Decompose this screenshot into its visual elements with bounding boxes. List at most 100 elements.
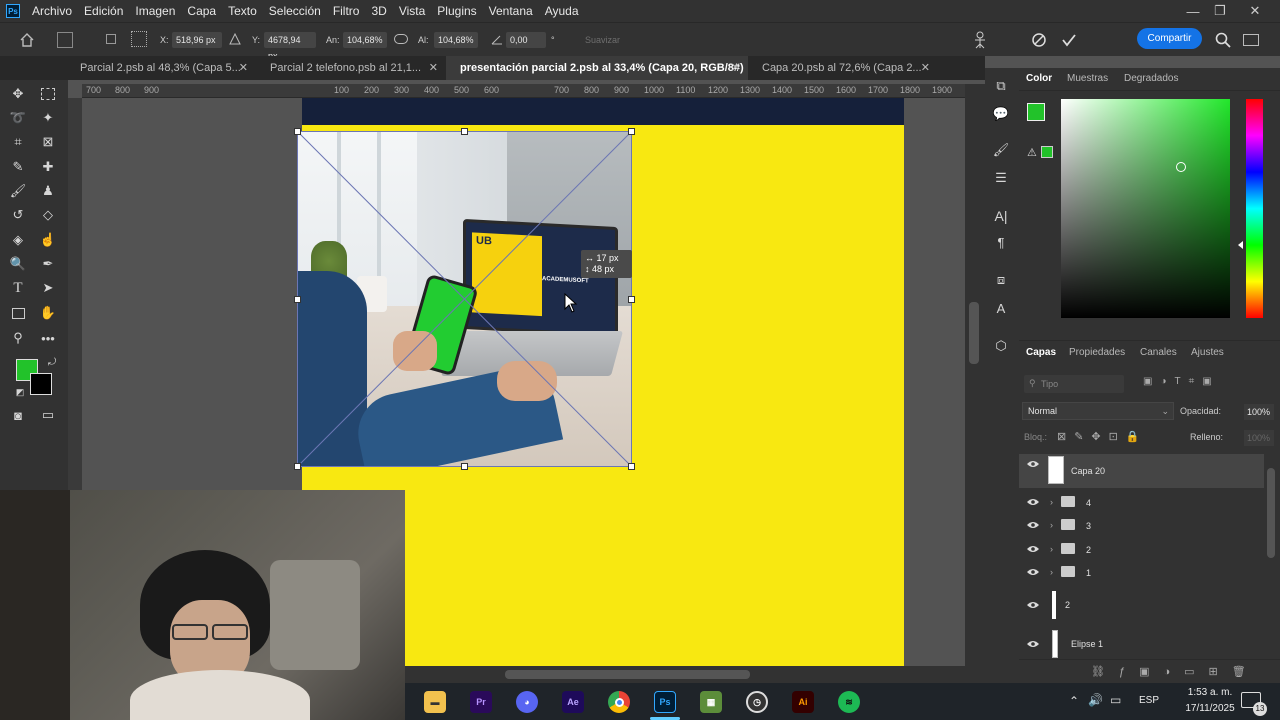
- transform-handle-bl[interactable]: [294, 463, 301, 470]
- eye-icon[interactable]: [1027, 521, 1039, 529]
- magic-wand-icon[interactable]: ✦: [38, 108, 58, 128]
- character-panel-icon[interactable]: A|: [991, 206, 1011, 226]
- brush-tool-icon[interactable]: 🖌: [8, 181, 28, 201]
- chevron-right-icon[interactable]: ›: [1050, 544, 1053, 554]
- reference-point-grid-icon[interactable]: [131, 31, 147, 47]
- eye-icon[interactable]: [1027, 498, 1039, 506]
- layer-row-2[interactable]: 2: [1019, 589, 1264, 621]
- blend-mode-select[interactable]: Normal ⌄: [1022, 402, 1174, 420]
- close-icon[interactable]: ✕: [239, 56, 248, 80]
- restore-button[interactable]: ❐: [1205, 0, 1235, 22]
- clock-date[interactable]: 17/11/2025: [1170, 703, 1250, 714]
- layer-row-capa-20[interactable]: Capa 20: [1019, 454, 1264, 488]
- default-colors-icon[interactable]: ◩: [10, 382, 30, 402]
- layers-scroll-thumb[interactable]: [1267, 468, 1275, 558]
- menu-ayuda[interactable]: Ayuda: [539, 0, 585, 22]
- opacity-input[interactable]: 100%: [1244, 404, 1274, 420]
- adjustments-icon[interactable]: ☰: [991, 168, 1011, 188]
- tab-ajustes[interactable]: Ajustes: [1191, 347, 1224, 358]
- zoom-tool-icon[interactable]: ⚲: [8, 328, 28, 348]
- link-aspect-ratio-icon[interactable]: [394, 34, 408, 44]
- layer-row-group-4[interactable]: › 4: [1019, 492, 1264, 515]
- clock-time[interactable]: 1:53 a. m.: [1175, 687, 1245, 698]
- transform-handle-tr[interactable]: [628, 128, 635, 135]
- home-icon[interactable]: [19, 33, 35, 47]
- menu-plugins[interactable]: Plugins: [431, 0, 482, 22]
- file-explorer-icon[interactable]: ▬: [424, 691, 446, 713]
- eye-icon[interactable]: [1027, 601, 1039, 609]
- commit-transform-icon[interactable]: [1061, 32, 1077, 51]
- menu-3d[interactable]: 3D: [365, 0, 392, 22]
- move-tool-icon[interactable]: ✥: [8, 84, 28, 104]
- layer-actions-bar[interactable]: ⛓ƒ▣◑▭⊞🗑: [1019, 659, 1280, 683]
- x-input[interactable]: 518,96 px: [172, 32, 222, 48]
- placed-photo-layer[interactable]: UB ACADEMUSOFT: [297, 131, 632, 467]
- crop-tool-icon[interactable]: ⌗: [8, 132, 28, 152]
- layer-row-group-3[interactable]: › 3: [1019, 515, 1264, 538]
- tab-capas[interactable]: Capas: [1026, 347, 1056, 358]
- close-icon[interactable]: ✕: [921, 56, 930, 80]
- menu-texto[interactable]: Texto: [222, 0, 263, 22]
- tab-parcial-2-telefono[interactable]: Parcial 2 telefono.psb al 21,1... ✕: [256, 56, 446, 80]
- width-input[interactable]: 104,68%: [343, 32, 387, 48]
- tab-canales[interactable]: Canales: [1140, 347, 1177, 358]
- gamut-swatch[interactable]: [1041, 146, 1053, 158]
- history-panel-icon[interactable]: ⧉: [991, 76, 1011, 96]
- layer-row-group-2[interactable]: › 2: [1019, 539, 1264, 562]
- path-selection-icon[interactable]: ➤: [38, 278, 58, 298]
- search-icon[interactable]: [1215, 32, 1231, 51]
- tab-muestras[interactable]: Muestras: [1067, 73, 1108, 84]
- premiere-icon[interactable]: Pr: [470, 691, 492, 713]
- close-icon[interactable]: ✕: [429, 56, 438, 80]
- close-icon[interactable]: ✕: [731, 56, 740, 80]
- pen-tool-icon[interactable]: ✒: [38, 254, 58, 274]
- eraser-tool-icon[interactable]: ◇: [38, 205, 58, 225]
- stamp-tool-icon[interactable]: ♟: [38, 181, 58, 201]
- clone-source-icon[interactable]: ⧈: [991, 270, 1011, 290]
- fill-input[interactable]: 100%: [1244, 430, 1274, 446]
- comments-panel-icon[interactable]: 💬: [991, 104, 1011, 124]
- eye-icon[interactable]: [1027, 568, 1039, 576]
- cancel-transform-icon[interactable]: [1031, 32, 1047, 51]
- tab-parcial-2[interactable]: Parcial 2.psb al 48,3% (Capa 5... ✕: [66, 56, 256, 80]
- quick-mask-icon[interactable]: ◙: [8, 405, 28, 425]
- paragraph-panel-icon[interactable]: ¶: [991, 232, 1011, 252]
- delta-icon[interactable]: [229, 32, 241, 48]
- clock-app-icon[interactable]: ◷: [746, 691, 768, 713]
- paint-bucket-icon[interactable]: ◈: [8, 230, 28, 250]
- screen-mode-icon[interactable]: ▭: [38, 405, 58, 425]
- minecraft-icon[interactable]: ▦: [700, 691, 722, 713]
- chevron-right-icon[interactable]: ›: [1050, 497, 1053, 507]
- move-tool-options-icon[interactable]: [57, 32, 73, 48]
- hue-slider[interactable]: [1246, 99, 1263, 318]
- tab-color[interactable]: Color: [1026, 73, 1052, 84]
- smudge-tool-icon[interactable]: ☝: [38, 230, 58, 250]
- eye-icon[interactable]: [1027, 545, 1039, 553]
- reference-point-toggle-icon[interactable]: [106, 34, 116, 44]
- layer-row-group-1[interactable]: › 1: [1019, 562, 1264, 585]
- eye-icon[interactable]: [1027, 640, 1039, 648]
- lasso-tool-icon[interactable]: ➰: [8, 108, 28, 128]
- menu-imagen[interactable]: Imagen: [129, 0, 181, 22]
- workspace-icon[interactable]: [1243, 34, 1259, 46]
- menu-ventana[interactable]: Ventana: [483, 0, 539, 22]
- hand-tool-icon[interactable]: ✋: [38, 303, 58, 323]
- more-tools-icon[interactable]: •••: [38, 328, 58, 348]
- volume-icon[interactable]: 🔊: [1088, 693, 1103, 707]
- tab-propiedades[interactable]: Propiedades: [1069, 347, 1125, 358]
- history-brush-icon[interactable]: ↺: [8, 205, 28, 225]
- close-window-button[interactable]: ✕: [1240, 0, 1270, 22]
- menu-archivo[interactable]: Archivo: [26, 0, 78, 22]
- after-effects-icon[interactable]: Ae: [562, 691, 584, 713]
- chevron-right-icon[interactable]: ›: [1050, 520, 1053, 530]
- swap-colors-icon[interactable]: ⤾: [42, 352, 62, 372]
- brush-settings-icon[interactable]: 🖌: [991, 140, 1011, 160]
- hue-slider-marker[interactable]: [1238, 241, 1243, 249]
- eyedropper-icon[interactable]: ✎: [8, 157, 28, 177]
- horizontal-scrollbar[interactable]: [405, 666, 985, 683]
- dodge-tool-icon[interactable]: 🔍: [8, 254, 28, 274]
- marquee-tool-icon[interactable]: [38, 84, 58, 104]
- lock-icons[interactable]: ⊠✎✥⊡🔒: [1057, 430, 1148, 443]
- color-picker-field[interactable]: [1061, 99, 1230, 318]
- gamut-warning-icon[interactable]: ⚠: [1027, 146, 1037, 159]
